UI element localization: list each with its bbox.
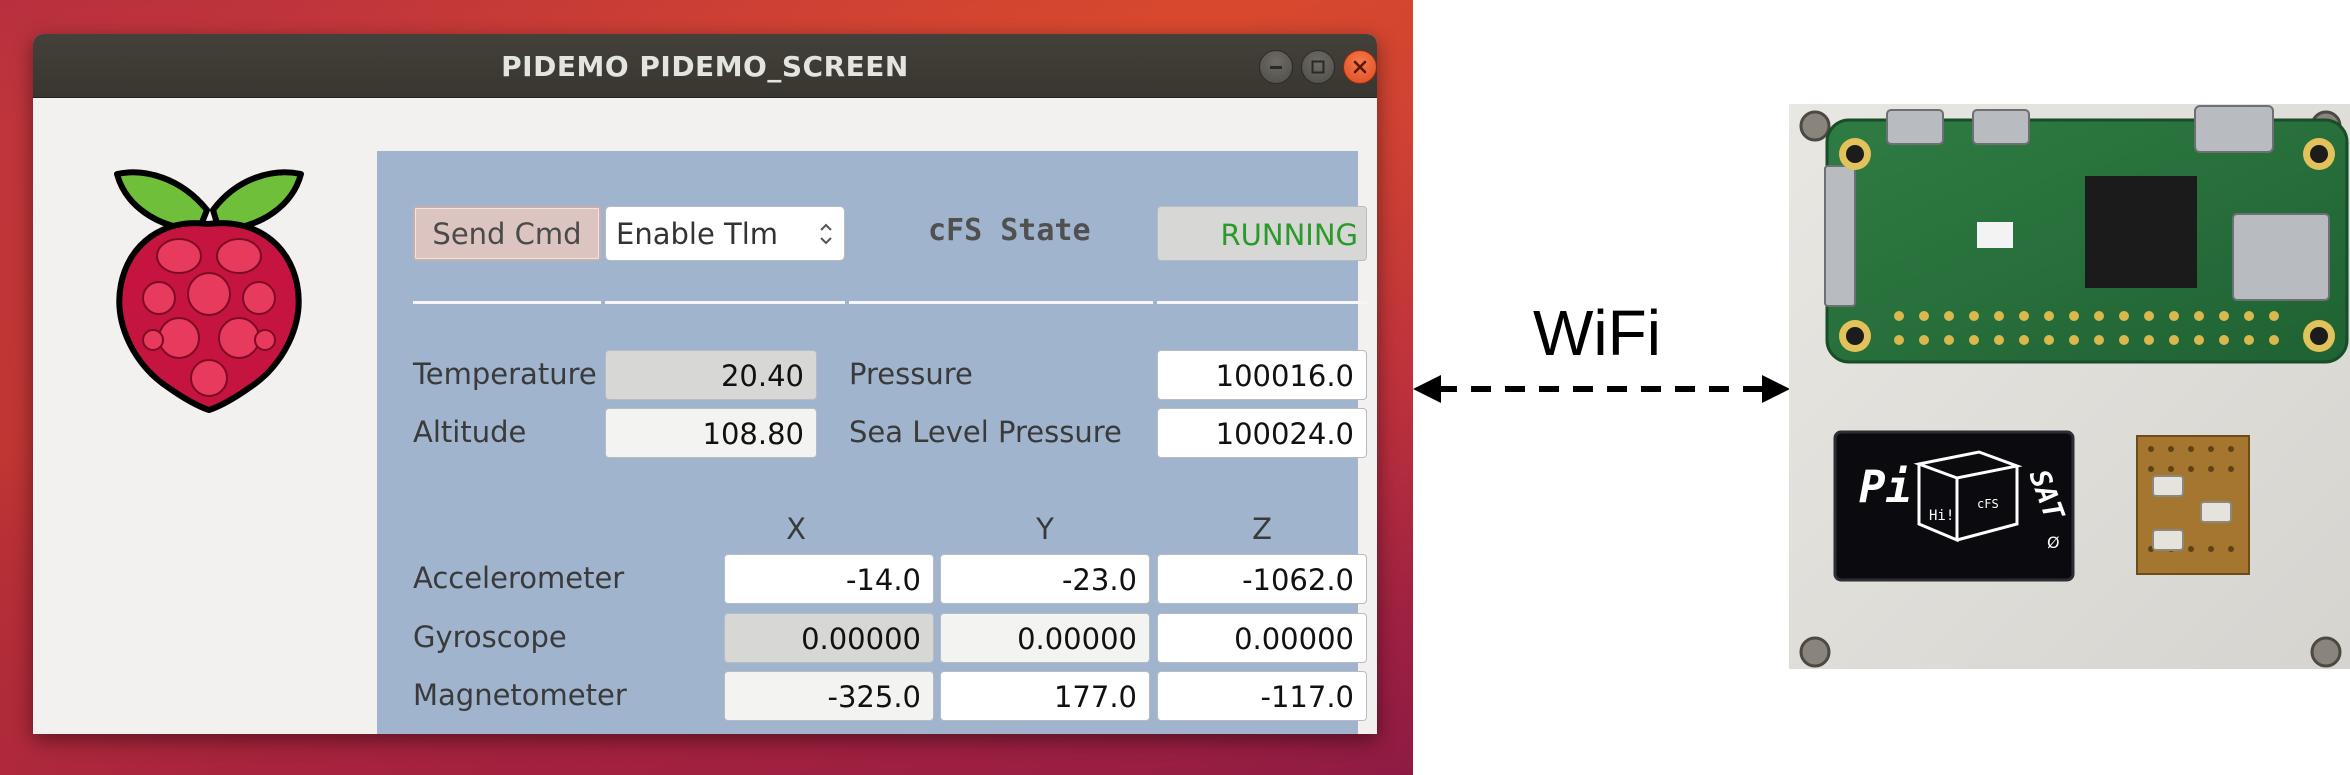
magnetometer-label: Magnetometer	[413, 678, 627, 712]
oled-text-hi: Hi!	[1929, 508, 1954, 524]
sea-level-pressure-label: Sea Level Pressure	[849, 415, 1122, 449]
command-select[interactable]: Enable Tlm	[605, 206, 845, 261]
app-window: PIDEMO PIDEMO_SCREEN Send Cmd Enable Tlm…	[33, 34, 1377, 734]
temperature-label: Temperature	[413, 357, 597, 391]
oled-text-zero: Ø	[2047, 533, 2060, 552]
window-body: Send Cmd Enable Tlm cFS State RUNNING Te…	[33, 98, 1377, 734]
accelerometer-label: Accelerometer	[413, 561, 625, 595]
separator	[849, 301, 1153, 304]
sea-level-pressure-field: 100024.0	[1157, 408, 1367, 458]
minimize-button[interactable]	[1259, 50, 1293, 84]
separator	[1157, 301, 1367, 304]
axis-x-header: X	[786, 512, 806, 546]
send-cmd-button[interactable]: Send Cmd	[413, 206, 601, 261]
close-icon	[1353, 60, 1367, 74]
gyroscope-y-field: 0.00000	[940, 613, 1150, 663]
axis-y-header: Y	[1036, 512, 1054, 546]
separator	[413, 301, 601, 304]
title-bar[interactable]: PIDEMO PIDEMO_SCREEN	[33, 34, 1377, 98]
gyroscope-label: Gyroscope	[413, 620, 567, 654]
axis-z-header: Z	[1252, 512, 1272, 546]
raspberry-pi-logo	[114, 169, 304, 413]
accelerometer-x-field: -14.0	[724, 554, 934, 604]
gyroscope-x-field: 0.00000	[724, 613, 934, 663]
hardware-photo: Pi SAT Hi! cFS Ø	[1789, 104, 2350, 669]
wifi-label: WiFi	[1533, 297, 1661, 369]
stage: PIDEMO PIDEMO_SCREEN Send Cmd Enable Tlm…	[0, 0, 2350, 775]
accelerometer-y-field: -23.0	[940, 554, 1150, 604]
accelerometer-z-field: -1062.0	[1157, 554, 1367, 604]
cfs-state-value: RUNNING	[1157, 206, 1367, 261]
separator	[605, 301, 845, 304]
cfs-state-label: cFS State	[928, 213, 1091, 248]
window-title: PIDEMO PIDEMO_SCREEN	[501, 50, 909, 83]
maximize-button[interactable]	[1301, 50, 1335, 84]
magnetometer-y-field: 177.0	[940, 671, 1150, 721]
oled-text-cfs: cFS	[1977, 497, 1999, 511]
select-arrows-icon	[820, 223, 832, 245]
magnetometer-z-field: -117.0	[1157, 671, 1367, 721]
pressure-label: Pressure	[849, 357, 973, 391]
magnetometer-x-field: -325.0	[724, 671, 934, 721]
oled-text-pi: Pi	[1859, 462, 1912, 513]
temperature-field: 20.40	[605, 350, 817, 400]
gyroscope-z-field: 0.00000	[1157, 613, 1367, 663]
minimize-icon	[1270, 66, 1282, 69]
bidirectional-arrow-icon	[1413, 375, 1790, 403]
altitude-label: Altitude	[413, 415, 527, 449]
altitude-field: 108.80	[605, 408, 817, 458]
command-select-value: Enable Tlm	[616, 217, 779, 251]
maximize-icon	[1311, 60, 1325, 74]
telemetry-panel: Send Cmd Enable Tlm cFS State RUNNING Te…	[377, 151, 1367, 734]
close-button[interactable]	[1343, 50, 1377, 84]
pressure-field: 100016.0	[1157, 350, 1367, 400]
